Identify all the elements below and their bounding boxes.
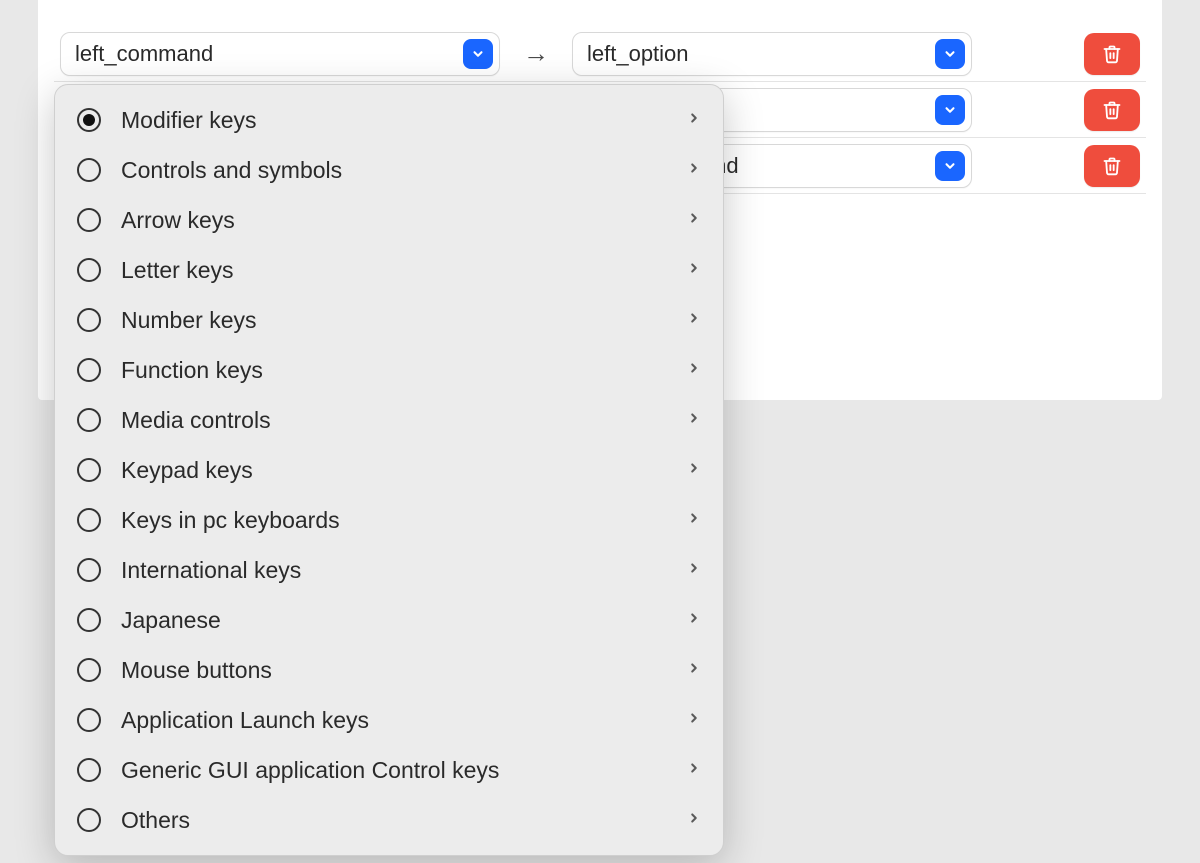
chevron-right-icon (687, 209, 701, 232)
chevron-right-icon (687, 659, 701, 682)
menu-item-generic-gui-application-control-keys[interactable]: Generic GUI application Control keys (63, 745, 715, 795)
chevron-right-icon (687, 559, 701, 582)
chevron-right-icon (687, 159, 701, 182)
radio-unselected-icon (77, 308, 101, 332)
menu-item-label: Japanese (121, 607, 687, 634)
radio-unselected-icon (77, 458, 101, 482)
radio-unselected-icon (77, 258, 101, 282)
delete-button[interactable] (1084, 33, 1140, 75)
menu-item-function-keys[interactable]: Function keys (63, 345, 715, 395)
chevron-down-icon (463, 39, 493, 69)
menu-item-label: Function keys (121, 357, 687, 384)
menu-item-label: Modifier keys (121, 107, 687, 134)
menu-item-label: Keypad keys (121, 457, 687, 484)
menu-item-label: Mouse buttons (121, 657, 687, 684)
menu-item-label: Arrow keys (121, 207, 687, 234)
radio-unselected-icon (77, 708, 101, 732)
menu-item-label: Letter keys (121, 257, 687, 284)
chevron-right-icon (687, 509, 701, 532)
menu-item-label: Application Launch keys (121, 707, 687, 734)
chevron-down-icon (935, 95, 965, 125)
menu-item-japanese[interactable]: Japanese (63, 595, 715, 645)
chevron-right-icon (687, 809, 701, 832)
chevron-down-icon (935, 151, 965, 181)
menu-item-international-keys[interactable]: International keys (63, 545, 715, 595)
menu-item-label: Others (121, 807, 687, 834)
menu-item-label: Media controls (121, 407, 687, 434)
menu-item-label: Number keys (121, 307, 687, 334)
chevron-right-icon (687, 259, 701, 282)
trash-icon (1102, 99, 1122, 121)
mapping-row: left_command → left_option (54, 26, 1146, 82)
radio-unselected-icon (77, 658, 101, 682)
menu-item-label: Keys in pc keyboards (121, 507, 687, 534)
to-key-dropdown[interactable]: left_option (572, 32, 972, 76)
trash-icon (1102, 155, 1122, 177)
menu-item-others[interactable]: Others (63, 795, 715, 845)
chevron-right-icon (687, 709, 701, 732)
delete-button[interactable] (1084, 89, 1140, 131)
key-category-popover: Modifier keys Controls and symbols Arrow… (54, 84, 724, 856)
delete-button[interactable] (1084, 145, 1140, 187)
chevron-right-icon (687, 409, 701, 432)
chevron-right-icon (687, 309, 701, 332)
menu-item-label: Generic GUI application Control keys (121, 757, 687, 784)
to-key-label: left_option (587, 41, 935, 67)
radio-unselected-icon (77, 508, 101, 532)
menu-item-modifier-keys[interactable]: Modifier keys (63, 95, 715, 145)
menu-item-letter-keys[interactable]: Letter keys (63, 245, 715, 295)
radio-unselected-icon (77, 208, 101, 232)
radio-unselected-icon (77, 358, 101, 382)
menu-item-application-launch-keys[interactable]: Application Launch keys (63, 695, 715, 745)
menu-item-keys-in-pc-keyboards[interactable]: Keys in pc keyboards (63, 495, 715, 545)
chevron-right-icon (687, 459, 701, 482)
menu-item-controls-and-symbols[interactable]: Controls and symbols (63, 145, 715, 195)
radio-unselected-icon (77, 408, 101, 432)
chevron-down-icon (935, 39, 965, 69)
radio-selected-icon (77, 108, 101, 132)
menu-item-number-keys[interactable]: Number keys (63, 295, 715, 345)
chevron-right-icon (687, 359, 701, 382)
radio-unselected-icon (77, 158, 101, 182)
radio-unselected-icon (77, 758, 101, 782)
radio-unselected-icon (77, 558, 101, 582)
arrow-icon: → (500, 38, 572, 69)
menu-item-label: International keys (121, 557, 687, 584)
chevron-right-icon (687, 759, 701, 782)
from-key-dropdown[interactable]: left_command (60, 32, 500, 76)
menu-item-keypad-keys[interactable]: Keypad keys (63, 445, 715, 495)
menu-item-media-controls[interactable]: Media controls (63, 395, 715, 445)
from-key-label: left_command (75, 41, 463, 67)
radio-unselected-icon (77, 808, 101, 832)
menu-item-label: Controls and symbols (121, 157, 687, 184)
radio-unselected-icon (77, 608, 101, 632)
chevron-right-icon (687, 609, 701, 632)
trash-icon (1102, 43, 1122, 65)
menu-item-arrow-keys[interactable]: Arrow keys (63, 195, 715, 245)
chevron-right-icon (687, 109, 701, 132)
menu-item-mouse-buttons[interactable]: Mouse buttons (63, 645, 715, 695)
